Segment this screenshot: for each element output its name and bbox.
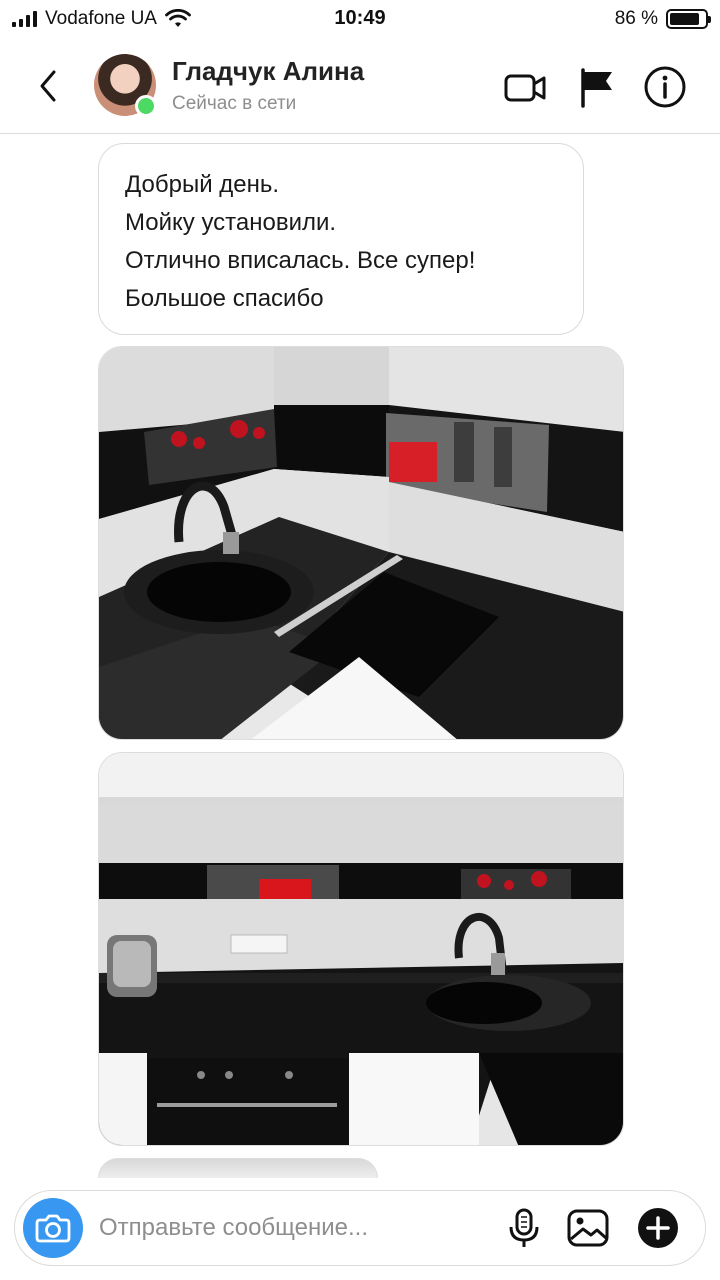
microphone-icon[interactable] [501,1205,547,1251]
status-bar: Vodafone UA 10:49 86 % [0,0,720,40]
kitchen-sink-photo [99,347,623,739]
message-line: Отлично вписалась. Все супер! [125,247,476,274]
message-line: Мойку установили. [125,209,337,236]
gallery-icon[interactable] [565,1205,611,1251]
chat-header: Гладчук Алина Сейчас в сети [0,40,720,134]
contact-name[interactable]: Гладчук Алина [172,56,364,87]
message-input[interactable] [99,1207,479,1249]
message-composer [14,1190,706,1266]
message-bubble[interactable]: Добрый день. Мойку установили. Отлично в… [98,143,584,335]
contact-status: Сейчас в сети [172,93,297,114]
info-icon[interactable] [642,64,688,110]
video-call-icon[interactable] [502,64,548,110]
flag-icon[interactable] [574,64,620,110]
battery-percent: 86 % [614,8,658,29]
kitchen-overview-photo [99,753,623,1145]
message-line: Добрый день. [125,171,280,198]
camera-icon [35,1214,71,1243]
online-indicator [135,95,157,117]
back-icon[interactable] [32,64,64,108]
battery-fill [670,13,700,25]
battery-icon [666,9,711,29]
plus-icon[interactable] [635,1205,681,1251]
camera-button[interactable] [23,1198,83,1258]
message-line: Большое спасибо [125,285,324,312]
message-photo[interactable] [98,752,624,1146]
status-time: 10:49 [334,7,386,29]
status-right: 86 % [614,8,711,30]
message-photo[interactable] [98,1158,378,1178]
message-photo[interactable] [98,346,624,740]
